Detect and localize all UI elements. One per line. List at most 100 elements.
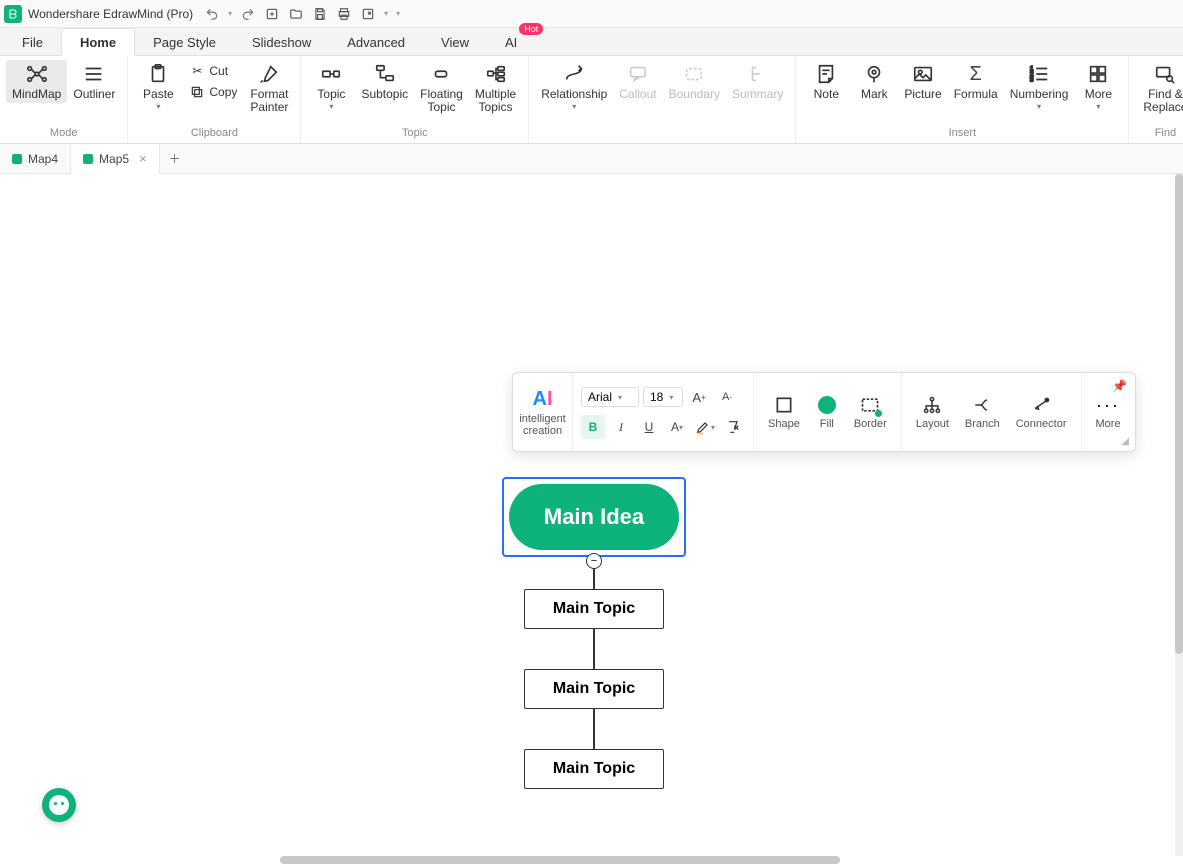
menu-tab-ai[interactable]: AI Hot xyxy=(487,29,535,55)
bold-button[interactable]: B xyxy=(581,415,605,439)
app-logo-icon xyxy=(4,5,22,23)
qat-customize[interactable]: ▾ xyxy=(393,3,403,25)
relationship-button[interactable]: Relationship ▾ xyxy=(535,60,613,113)
export-button[interactable] xyxy=(357,3,379,25)
summary-icon xyxy=(746,62,770,86)
summary-button: Summary xyxy=(726,60,789,103)
branch-button[interactable]: Branch xyxy=(959,392,1006,432)
underline-button[interactable]: U xyxy=(637,415,661,439)
font-name-select[interactable]: Arial▾ xyxy=(581,387,639,407)
mindmap-icon xyxy=(25,62,49,86)
multiple-topics-icon xyxy=(484,62,508,86)
resize-handle-icon[interactable]: ◢ xyxy=(1121,436,1129,447)
numbering-button[interactable]: 123Numbering▾ xyxy=(1004,60,1075,113)
mark-icon xyxy=(862,62,886,86)
callout-button: Callout xyxy=(613,60,662,103)
horizontal-scrollbar-thumb[interactable] xyxy=(280,856,840,864)
picture-button[interactable]: Picture xyxy=(898,60,947,103)
outliner-button[interactable]: Outliner xyxy=(67,60,121,103)
topic-node[interactable]: Main Topic xyxy=(524,589,664,629)
connector-line xyxy=(593,709,595,749)
pin-icon[interactable]: 📌 xyxy=(1112,379,1127,393)
note-button[interactable]: Note xyxy=(802,60,850,103)
menu-tab-file[interactable]: File xyxy=(4,29,61,55)
font-color-button[interactable]: A▾ xyxy=(665,415,689,439)
topic-button[interactable]: Topic ▾ xyxy=(307,60,355,113)
decrease-font-button[interactable]: A- xyxy=(715,385,739,409)
floating-topic-icon xyxy=(429,62,453,86)
chevron-down-icon: ▾ xyxy=(618,393,622,402)
floating-topic-button[interactable]: Floating Topic xyxy=(414,60,469,116)
insert-more-button[interactable]: More▾ xyxy=(1074,60,1122,113)
ribbon-group-find: Find & Replace Find xyxy=(1129,56,1183,143)
toolbar-more-button[interactable]: ···More xyxy=(1090,392,1127,432)
new-button[interactable] xyxy=(261,3,283,25)
topic-node[interactable]: Main Topic xyxy=(524,669,664,709)
doc-tab-map5[interactable]: Map5× xyxy=(71,144,160,174)
border-button[interactable]: Border xyxy=(848,392,893,432)
chevron-down-icon: ▾ xyxy=(669,393,673,402)
shape-icon xyxy=(773,394,795,416)
scissors-icon: ✂ xyxy=(189,63,205,79)
multiple-topics-button[interactable]: Multiple Topics xyxy=(469,60,522,116)
font-size-select[interactable]: 18▾ xyxy=(643,387,683,407)
layout-button[interactable]: Layout xyxy=(910,392,955,432)
paste-button[interactable]: Paste ▾ xyxy=(134,60,182,113)
callout-icon xyxy=(626,62,650,86)
numbering-icon: 123 xyxy=(1027,62,1051,86)
boundary-icon xyxy=(682,62,706,86)
floating-toolbar: 📌 ◢ AI intelligent creation Arial▾ 18▾ A… xyxy=(512,372,1136,452)
format-painter-button[interactable]: Format Painter xyxy=(244,60,294,116)
picture-icon xyxy=(911,62,935,86)
branch-icon xyxy=(971,394,993,416)
highlight-button[interactable]: ▾ xyxy=(693,415,717,439)
search-icon xyxy=(1153,62,1177,86)
fill-button[interactable]: Fill xyxy=(810,392,844,432)
ai-icon: AI xyxy=(532,388,552,411)
open-button[interactable] xyxy=(285,3,307,25)
print-button[interactable] xyxy=(333,3,355,25)
scrollbar-thumb[interactable] xyxy=(1175,174,1183,654)
redo-button[interactable] xyxy=(237,3,259,25)
ai-creation-button[interactable]: AI intelligent creation xyxy=(513,373,573,451)
mindmap-button[interactable]: MindMap xyxy=(6,60,67,103)
chevron-down-icon: ▾ xyxy=(679,423,683,432)
formula-button[interactable]: ΣFormula xyxy=(948,60,1004,103)
undo-button[interactable] xyxy=(201,3,223,25)
layout-icon xyxy=(921,394,943,416)
export-dropdown[interactable]: ▾ xyxy=(381,3,391,25)
copy-button[interactable]: Copy xyxy=(186,83,240,101)
cut-button[interactable]: ✂Cut xyxy=(186,62,240,80)
menu-tab-page-style[interactable]: Page Style xyxy=(135,29,234,55)
increase-font-button[interactable]: A+ xyxy=(687,385,711,409)
ribbon-group-topic: Topic ▾ Subtopic Floating Topic Multiple… xyxy=(301,56,529,143)
topic-node[interactable]: Main Topic xyxy=(524,749,664,789)
undo-dropdown[interactable]: ▾ xyxy=(225,3,235,25)
connector-button[interactable]: Connector xyxy=(1010,392,1073,432)
menu-tab-slideshow[interactable]: Slideshow xyxy=(234,29,329,55)
root-node[interactable]: Main Idea xyxy=(509,484,679,550)
italic-button[interactable]: I xyxy=(609,415,633,439)
menu-tab-view[interactable]: View xyxy=(423,29,487,55)
clear-format-button[interactable] xyxy=(721,415,745,439)
mark-button[interactable]: Mark xyxy=(850,60,898,103)
shape-button[interactable]: Shape xyxy=(762,392,806,432)
chevron-down-icon: ▾ xyxy=(1096,102,1100,111)
hot-badge: Hot xyxy=(519,23,543,35)
add-tab-button[interactable]: ＋ xyxy=(160,150,190,167)
doc-tab-map4[interactable]: Map4 xyxy=(0,144,71,174)
subtopic-button[interactable]: Subtopic xyxy=(355,60,414,103)
menu-tab-advanced[interactable]: Advanced xyxy=(329,29,423,55)
chevron-down-icon: ▾ xyxy=(156,102,160,111)
save-button[interactable] xyxy=(309,3,331,25)
title-bar: Wondershare EdrawMind (Pro) ▾ ▾ ▾ xyxy=(0,0,1183,28)
topic-group-label: Topic xyxy=(402,125,428,141)
ribbon-group-mode: MindMap Outliner Mode xyxy=(0,56,128,143)
assistant-fab[interactable] xyxy=(42,788,76,822)
close-tab-icon[interactable]: × xyxy=(139,151,147,166)
vertical-scrollbar[interactable] xyxy=(1175,174,1183,856)
find-replace-button[interactable]: Find & Replace xyxy=(1135,60,1183,116)
collapse-toggle[interactable]: − xyxy=(586,553,602,569)
find-group-label: Find xyxy=(1155,125,1176,141)
menu-tab-home[interactable]: Home xyxy=(61,28,135,56)
